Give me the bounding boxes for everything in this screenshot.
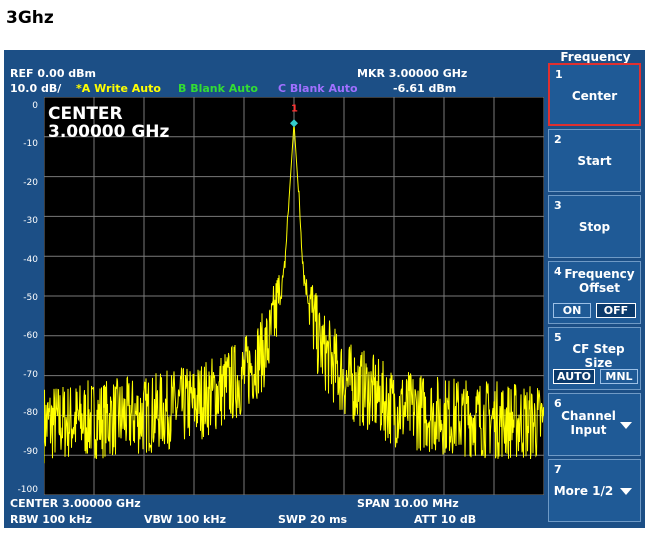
center-frequency-overlay-value: 3.00000 GHz: [48, 122, 170, 142]
y-tick-label: -60: [23, 331, 38, 341]
scale-readout: 10.0 dB/: [10, 82, 62, 95]
span-readout: SPAN 10.00 MHz: [357, 497, 459, 510]
marker-frequency-readout: MKR 3.00000 GHz: [357, 67, 468, 80]
softkey-cf-step-size[interactable]: 5 CF Step Size AUTO MNL: [548, 327, 641, 390]
softkey-more[interactable]: 7 More 1/2: [548, 459, 641, 522]
softkey-frequency-offset[interactable]: 4 Frequency Offset ON OFF: [548, 261, 641, 324]
offset-off-option[interactable]: OFF: [596, 303, 636, 318]
cf-step-size-toggle: AUTO MNL: [553, 369, 638, 384]
cf-step-auto-option[interactable]: AUTO: [553, 369, 595, 384]
y-tick-label: 0: [32, 101, 38, 111]
y-tick-label: -80: [23, 408, 38, 418]
cf-step-manual-option[interactable]: MNL: [600, 369, 638, 384]
softkey-center[interactable]: 1 Center: [548, 63, 641, 126]
marker-1-flag: 1: [291, 103, 298, 114]
ref-level-readout: REF 0.00 dBm: [10, 67, 97, 80]
spectrum-plot[interactable]: 1: [44, 97, 544, 495]
softkey-label: Stop: [578, 220, 611, 234]
softkey-label: Channel Input: [561, 409, 616, 437]
softkey-channel-input[interactable]: 6 Channel Input: [548, 393, 641, 456]
softkey-number: 3: [554, 199, 562, 212]
center-frequency-overlay-label: CENTER: [48, 104, 123, 124]
softkey-label: CF Step Size: [572, 342, 625, 370]
caret-down-icon: [620, 488, 632, 495]
softkey-number: 1: [555, 68, 563, 81]
trace-a-status[interactable]: *A Write Auto: [76, 82, 161, 95]
softkey-number: 2: [554, 133, 562, 146]
attenuation-readout: ATT 10 dB: [414, 513, 477, 526]
y-tick-label: -100: [17, 485, 38, 495]
trace-c-status[interactable]: C Blank Auto: [278, 82, 358, 95]
y-tick-label: -10: [23, 139, 38, 149]
rbw-readout: RBW 100 kHz: [10, 513, 92, 526]
center-frequency-readout: CENTER 3.00000 GHz: [10, 497, 141, 510]
sweep-time-readout: SWP 20 ms: [278, 513, 348, 526]
offset-on-option[interactable]: ON: [553, 303, 591, 318]
softkey-number: 4: [554, 265, 562, 278]
softkey-label: Start: [577, 154, 612, 168]
y-tick-label: -40: [23, 255, 38, 265]
y-tick-label: -50: [23, 293, 38, 303]
frequency-offset-toggle: ON OFF: [553, 303, 636, 318]
trace-b-status[interactable]: B Blank Auto: [178, 82, 258, 95]
softkey-label: More 1/2: [553, 484, 614, 498]
softkey-number: 7: [554, 463, 562, 476]
softkey-label: Frequency Offset: [564, 267, 635, 295]
y-tick-label: -90: [23, 447, 38, 457]
page-title: 3Ghz: [6, 8, 54, 28]
y-tick-label: -70: [23, 370, 38, 380]
softkey-stop[interactable]: 3 Stop: [548, 195, 641, 258]
y-tick-label: -20: [23, 178, 38, 188]
marker-level-readout: -6.61 dBm: [393, 82, 457, 95]
marker-1-diamond: [290, 119, 298, 128]
softkey-panel-title: Frequency: [560, 50, 631, 64]
caret-down-icon: [620, 422, 632, 429]
vbw-readout: VBW 100 kHz: [144, 513, 226, 526]
y-tick-label: -30: [23, 216, 38, 226]
softkey-start[interactable]: 2 Start: [548, 129, 641, 192]
softkey-label: Center: [571, 89, 618, 103]
